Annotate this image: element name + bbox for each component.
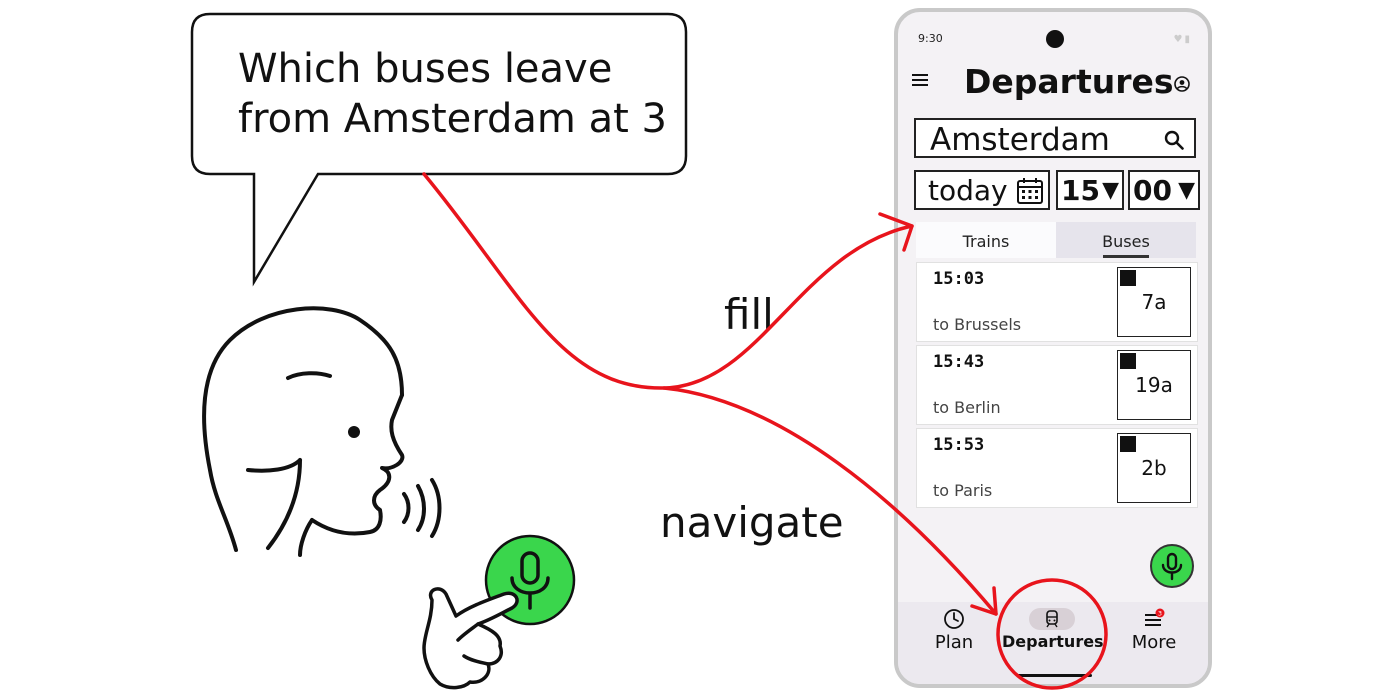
line-color-marker bbox=[1120, 270, 1136, 286]
menu-icon: 3 bbox=[1145, 608, 1165, 626]
camera-cutout bbox=[1046, 30, 1064, 48]
chevron-down-icon: ▼ bbox=[1102, 178, 1119, 203]
nav-label-plan: Plan bbox=[934, 632, 974, 653]
fill-label: fill bbox=[724, 290, 774, 339]
nav-item-more[interactable]: 3 More bbox=[1104, 608, 1204, 653]
speech-line-1: Which buses leave bbox=[238, 46, 613, 92]
hour-select[interactable]: 15 ▼ bbox=[1056, 170, 1124, 210]
navigate-label: navigate bbox=[660, 498, 844, 547]
phone-frame: 9:30 ♥▮ Departures Amsterdam today 15 ▼ … bbox=[894, 8, 1212, 688]
account-icon[interactable] bbox=[1174, 76, 1190, 92]
bus-line-number: 19a bbox=[1135, 373, 1173, 397]
microphone-icon bbox=[1161, 552, 1183, 581]
departure-row[interactable]: 15:03 to Brussels 7a bbox=[916, 262, 1198, 342]
departure-time: 15:03 bbox=[933, 269, 985, 289]
departure-destination: to Berlin bbox=[933, 398, 1001, 417]
pointing-hand-icon bbox=[422, 587, 519, 690]
line-color-marker bbox=[1120, 436, 1136, 452]
chevron-down-icon: ▼ bbox=[1178, 178, 1195, 203]
station-search-value: Amsterdam bbox=[930, 122, 1110, 158]
nav-label-departures: Departures bbox=[1002, 632, 1104, 651]
tab-trains[interactable]: Trains bbox=[916, 222, 1056, 258]
nav-item-plan[interactable]: Plan bbox=[904, 608, 1004, 653]
minute-select[interactable]: 00 ▼ bbox=[1128, 170, 1200, 210]
search-icon[interactable] bbox=[1164, 130, 1184, 150]
departure-row[interactable]: 15:43 to Berlin 19a bbox=[916, 345, 1198, 425]
date-picker[interactable]: today bbox=[914, 170, 1050, 210]
departure-time: 15:43 bbox=[933, 352, 985, 372]
page-title: Departures bbox=[964, 62, 1174, 101]
voice-input-button[interactable] bbox=[1150, 544, 1194, 588]
active-nav-indicator bbox=[1029, 608, 1075, 630]
person-illustration bbox=[202, 306, 405, 557]
nav-label-more: More bbox=[1131, 632, 1177, 653]
train-icon bbox=[1046, 610, 1058, 628]
hour-value: 15 bbox=[1061, 174, 1100, 207]
date-value: today bbox=[928, 174, 1008, 207]
bus-line-badge: 7a bbox=[1117, 267, 1191, 337]
transport-tabs: Trains Buses bbox=[916, 222, 1198, 258]
status-icons: ♥▮ bbox=[1173, 34, 1192, 45]
speech-line-2: from Amsterdam at 3 bbox=[238, 96, 667, 142]
station-search-input[interactable]: Amsterdam bbox=[914, 118, 1196, 158]
selected-tab-indicator bbox=[1103, 255, 1149, 258]
status-time: 9:30 bbox=[918, 32, 943, 45]
tab-buses[interactable]: Buses bbox=[1056, 222, 1196, 258]
departure-time: 15:53 bbox=[933, 435, 985, 455]
line-color-marker bbox=[1120, 353, 1136, 369]
speech-waves-icon bbox=[402, 478, 442, 538]
departure-destination: to Paris bbox=[933, 481, 993, 500]
bus-line-badge: 19a bbox=[1117, 350, 1191, 420]
calendar-icon[interactable] bbox=[1016, 177, 1044, 205]
clock-icon bbox=[944, 609, 964, 629]
home-indicator bbox=[1016, 674, 1092, 677]
bus-line-number: 2b bbox=[1141, 456, 1167, 480]
bus-line-number: 7a bbox=[1141, 290, 1167, 314]
hamburger-menu-icon[interactable] bbox=[912, 74, 928, 86]
notification-badge-count: 3 bbox=[1158, 610, 1162, 618]
speech-bubble-text: Which buses leave from Amsterdam at 3 bbox=[238, 44, 667, 144]
minute-value: 00 bbox=[1133, 174, 1172, 207]
person-eye bbox=[348, 426, 360, 438]
departure-destination: to Brussels bbox=[933, 315, 1022, 334]
nav-item-departures[interactable]: Departures bbox=[1002, 608, 1104, 651]
bus-line-badge: 2b bbox=[1117, 433, 1191, 503]
departure-row[interactable]: 15:53 to Paris 2b bbox=[916, 428, 1198, 508]
